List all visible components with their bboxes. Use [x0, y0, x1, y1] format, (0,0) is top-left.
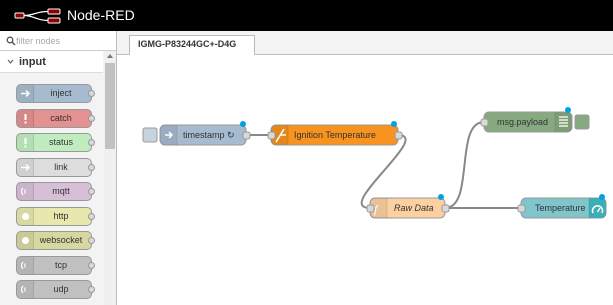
palette-node-inject[interactable]: inject — [16, 84, 95, 103]
udp-icon — [17, 281, 34, 298]
palette-node-status[interactable]: status — [16, 133, 95, 152]
workspace-tabbar: IGMG-P83244GC+-D4G — [117, 31, 613, 56]
palette-node-mqtt[interactable]: mqtt — [16, 182, 95, 201]
tcp-icon — [17, 256, 34, 274]
output-port — [88, 237, 95, 244]
input-port[interactable] — [366, 204, 375, 213]
changed-badge — [599, 194, 605, 200]
inject-icon — [17, 85, 34, 102]
node-label-temperature: Temperature — [535, 203, 586, 213]
node-label-raw-data: Raw Data — [394, 203, 434, 213]
category-label: input — [19, 56, 46, 68]
palette-node-catch[interactable]: catch — [16, 108, 95, 128]
scrollbar-thumb[interactable] — [105, 63, 115, 149]
node-label-timestamp: timestamp ↻ — [183, 130, 235, 140]
filter-nodes-input[interactable] — [16, 33, 111, 49]
changed-badge — [391, 121, 397, 127]
palette-node-link[interactable]: link — [16, 157, 95, 177]
changed-badge — [438, 194, 444, 200]
palette-node-label: websocket — [39, 235, 83, 245]
flow-workspace[interactable]: timestamp ↻ Ignition Temperature f Raw D… — [118, 55, 613, 305]
output-port — [88, 139, 95, 146]
palette-scrollbar[interactable] — [104, 51, 116, 305]
palette-filter — [0, 31, 116, 51]
websocket-icon — [17, 232, 34, 249]
changed-badge — [240, 121, 246, 127]
palette-node-label: http — [53, 210, 69, 221]
output-port[interactable] — [441, 204, 450, 213]
node-label-msg-payload: msg.payload — [497, 117, 548, 127]
debug-toggle-button[interactable] — [574, 114, 590, 130]
output-port — [88, 163, 95, 171]
palette-node-label: udp — [53, 284, 69, 294]
http-icon — [17, 207, 34, 225]
app-header: Node-RED — [0, 0, 613, 31]
input-port[interactable] — [480, 118, 489, 127]
palette-node-label: tcp — [54, 259, 67, 270]
status-icon — [17, 134, 34, 151]
scroll-up-arrow-icon[interactable] — [107, 54, 113, 58]
app-title: Node-RED — [67, 7, 135, 23]
palette-node-udp[interactable]: udp — [16, 280, 95, 299]
search-icon — [6, 36, 16, 46]
palette-node-label: mqtt — [52, 186, 70, 196]
mqtt-icon — [17, 183, 34, 200]
input-port[interactable] — [267, 131, 276, 140]
node-palette: input inject catch status link mqtt http webso… — [0, 31, 117, 305]
palette-node-label: catch — [50, 112, 72, 123]
catch-icon — [17, 109, 34, 127]
palette-node-tcp[interactable]: tcp — [16, 255, 95, 275]
wire-raw-payload[interactable] — [444, 121, 485, 209]
palette-node-label: status — [48, 137, 73, 147]
palette-node-websocket[interactable]: websocket — [16, 231, 95, 250]
changed-badge — [565, 107, 571, 113]
output-port[interactable] — [242, 131, 251, 140]
palette-node-http[interactable]: http — [16, 206, 95, 226]
node-red-logo-icon — [14, 8, 61, 24]
tab-flow[interactable]: IGMG-P83244GC+-D4G — [129, 35, 255, 56]
node-label-ignition: Ignition Temperature — [294, 130, 376, 140]
wire-ignition-raw[interactable] — [360, 134, 407, 209]
flow-node-msg-payload[interactable]: msg.payload — [480, 107, 590, 133]
output-port — [88, 114, 95, 122]
palette-node-label: inject — [50, 88, 72, 98]
output-port — [88, 188, 95, 195]
link-icon — [17, 158, 34, 176]
category-header-input[interactable]: input — [0, 51, 103, 73]
output-port — [88, 261, 95, 269]
flow-node-ignition-temperature[interactable]: Ignition Temperature — [267, 121, 403, 146]
output-port — [88, 212, 95, 220]
input-port[interactable] — [517, 204, 526, 213]
palette-node-label: link — [54, 161, 68, 172]
flow-node-timestamp[interactable]: timestamp ↻ — [142, 121, 251, 146]
flow-node-raw-data[interactable]: f Raw Data — [366, 194, 450, 219]
output-port — [88, 90, 95, 97]
chevron-down-icon — [7, 59, 14, 64]
output-port — [88, 286, 95, 293]
flow-node-temperature[interactable]: Temperature — [517, 194, 607, 219]
tab-label: IGMG-P83244GC+-D4G — [138, 39, 237, 49]
output-port[interactable] — [394, 131, 403, 140]
